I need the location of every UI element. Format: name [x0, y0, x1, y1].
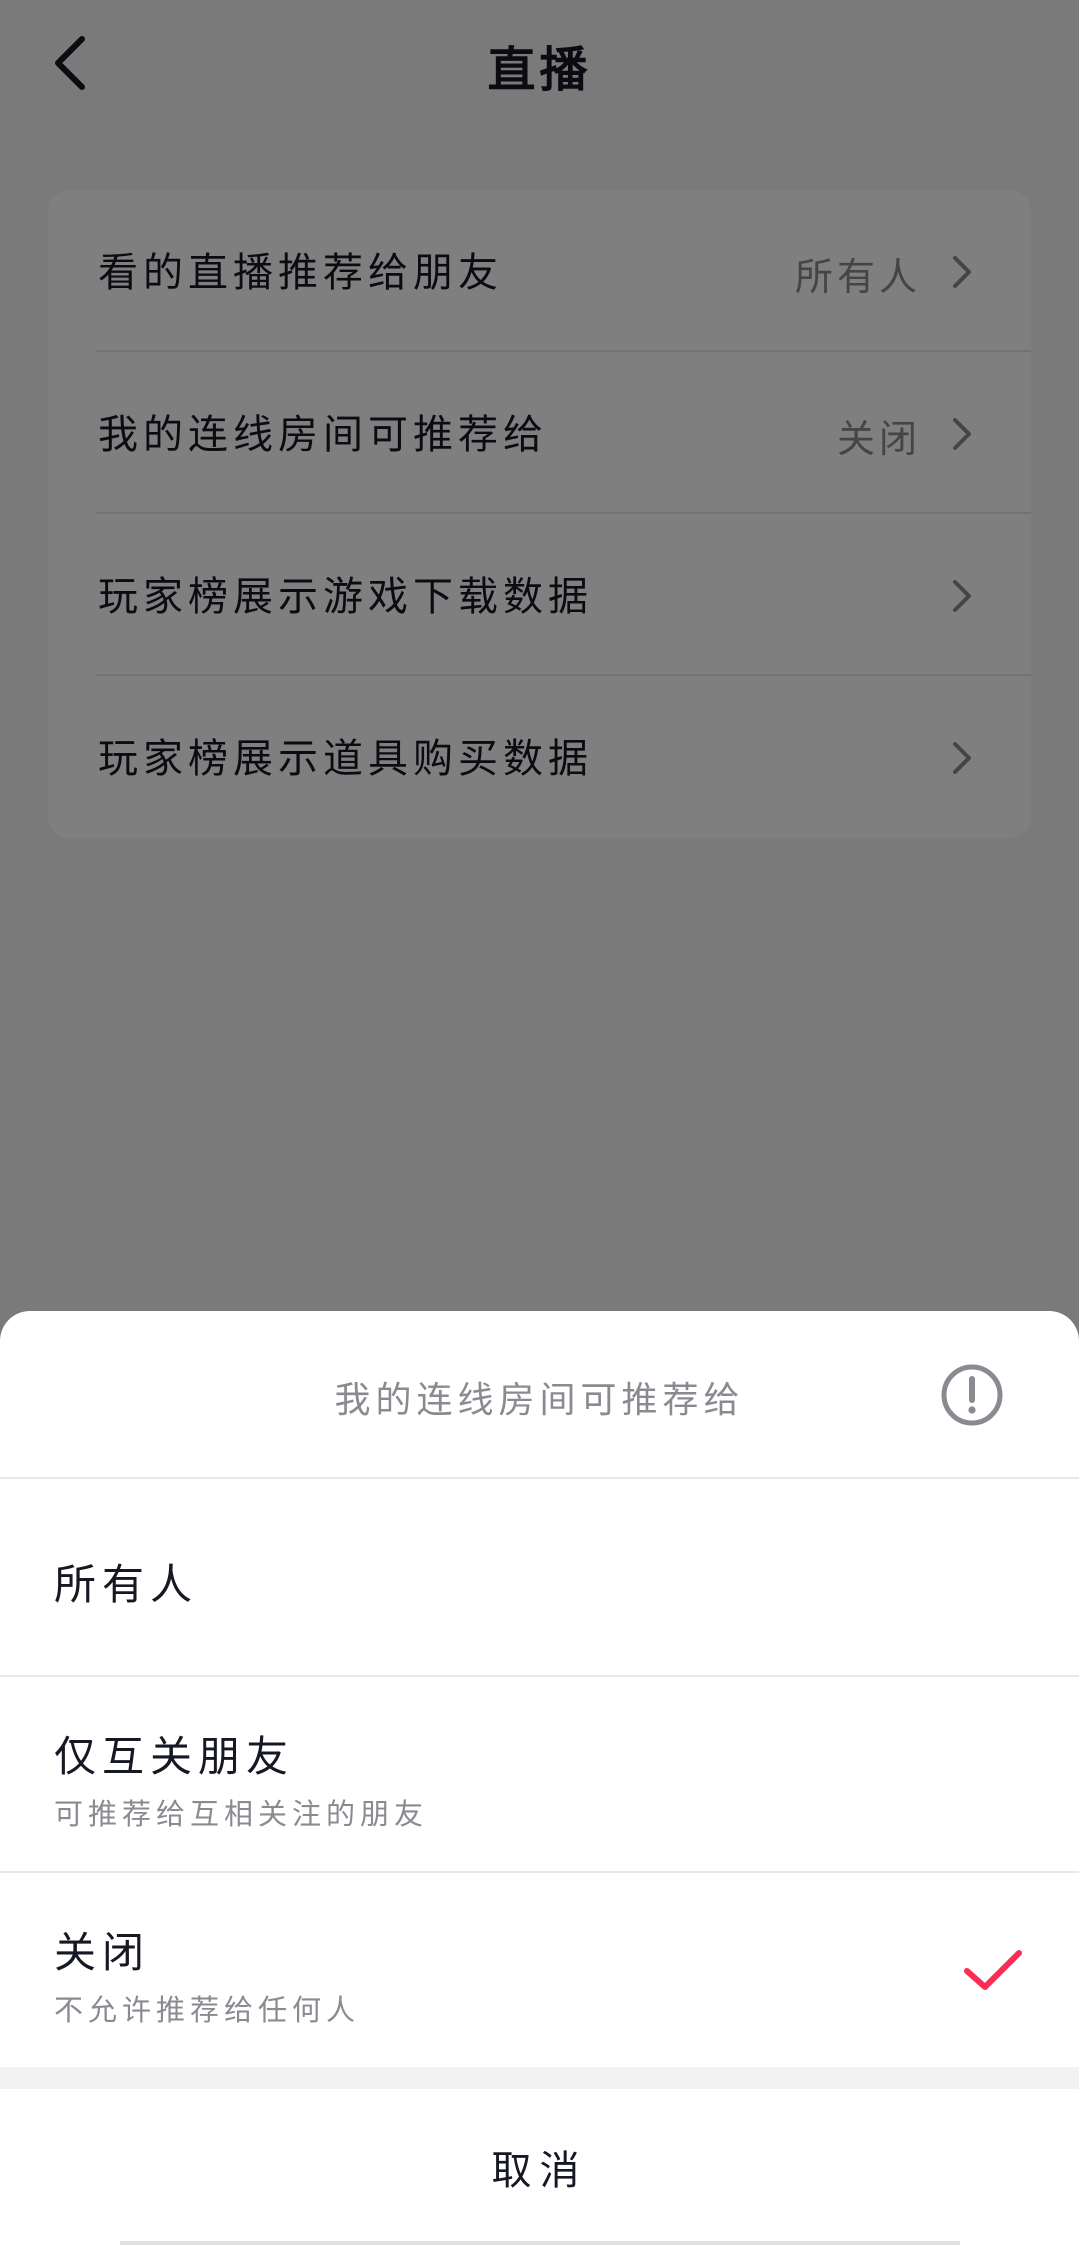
exclamation-circle-icon[interactable]	[940, 1363, 1004, 1427]
sheet-title: 我的连线房间可推荐给	[334, 1380, 745, 1421]
option-description: 不允许推荐给任何人	[54, 1993, 361, 2027]
option-mutual-friends[interactable]: 仅互关朋友 可推荐给互相关注的朋友	[0, 1675, 1079, 1873]
sheet-header: 我的连线房间可推荐给	[0, 1311, 1079, 1479]
home-indicator	[120, 2241, 960, 2245]
option-label: 所有人	[54, 1560, 199, 1609]
checkmark-icon	[964, 1950, 1022, 1990]
option-label: 仅互关朋友	[54, 1732, 295, 1781]
action-sheet: 我的连线房间可推荐给 所有人 仅互关朋友 可推荐给互相关注的朋友 关闭 不允许推…	[0, 1311, 1079, 2245]
option-label: 关闭	[54, 1928, 151, 1977]
cancel-button[interactable]: 取消	[0, 2089, 1079, 2245]
sheet-gap	[0, 2067, 1079, 2089]
option-everyone[interactable]: 所有人	[0, 1479, 1079, 1677]
option-description: 可推荐给互相关注的朋友	[54, 1797, 429, 1831]
option-off[interactable]: 关闭 不允许推荐给任何人	[0, 1871, 1079, 2067]
